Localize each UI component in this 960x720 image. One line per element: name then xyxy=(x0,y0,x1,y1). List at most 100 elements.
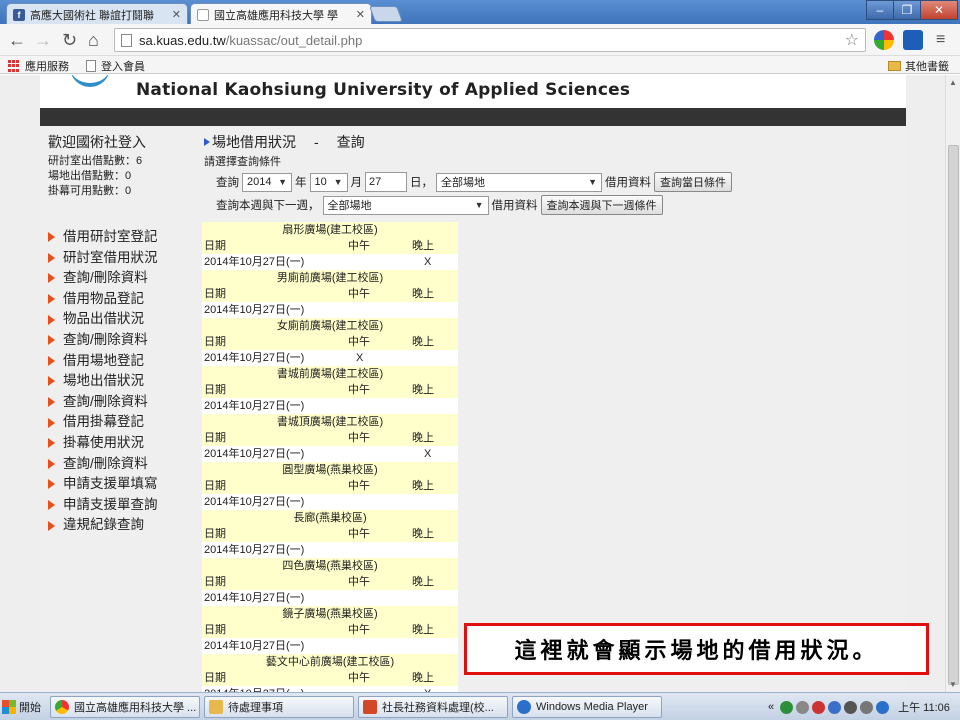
sidebar-item[interactable]: 查詢/刪除資料 xyxy=(48,268,198,289)
arrow-icon xyxy=(48,438,55,449)
tray-icon[interactable] xyxy=(876,700,890,714)
clock[interactable]: 上午 11:06 xyxy=(898,699,950,715)
browser-toolbar: ← → ↻ ⌂ sa.kuas.edu.tw/kuassac/out_detai… xyxy=(0,24,960,56)
header-noon: 中午 xyxy=(348,336,370,348)
reload-icon[interactable]: ↻ xyxy=(62,30,77,50)
header-noon: 中午 xyxy=(348,672,370,684)
tab-facebook[interactable]: f 高應大國術社 聯誼打鬪聯 ✕ xyxy=(6,3,188,25)
table-row: 2014年10月27日(一) xyxy=(202,398,458,414)
back-icon[interactable]: ← xyxy=(8,30,26,50)
network-icon[interactable] xyxy=(796,700,810,714)
forward-icon[interactable]: → xyxy=(34,30,52,50)
chevron-left-icon[interactable]: « xyxy=(768,701,774,713)
sidebar-item[interactable]: 借用物品登記 xyxy=(48,289,198,310)
banner-title: National Kaohsiung University of Applied… xyxy=(136,80,631,100)
media-player-icon xyxy=(517,700,531,714)
sidebar-item[interactable]: 借用場地登記 xyxy=(48,351,198,372)
venue-block: 扇形廣場(建工校區) 日期 中午 晚上 2014年10月27日(一) X xyxy=(202,222,458,270)
annotation-callout: 這裡就會顯示場地的借用狀況。 xyxy=(464,623,929,675)
tray-icon[interactable] xyxy=(812,700,826,714)
year-unit: 年 xyxy=(295,177,307,189)
menu-icon[interactable]: ≡ xyxy=(936,30,945,50)
bookmark-other[interactable]: 其他書籤 xyxy=(888,58,949,74)
bookmark-apps[interactable]: 應用服務 xyxy=(8,58,69,74)
header-evening: 晚上 xyxy=(412,528,434,540)
query-week-button[interactable]: 查詢本週與下一週條件 xyxy=(540,195,663,215)
taskbar-item-folder[interactable]: 待處理事項 xyxy=(204,696,354,718)
tab-kuas[interactable]: 國立高雄應用科技大學 學 ✕ xyxy=(190,3,372,25)
cell-date: 2014年10月27日(一) xyxy=(204,592,305,604)
system-tray: « 上午 11:06 xyxy=(768,698,950,716)
scroll-up-icon[interactable]: ▲ xyxy=(949,78,957,87)
close-icon[interactable]: ✕ xyxy=(172,8,181,21)
query-day-button[interactable]: 查詢當日條件 xyxy=(654,172,732,192)
venue-name: 藝文中心前廣場(建工校區) xyxy=(202,654,458,670)
sidebar-item[interactable]: 掛幕使用狀況 xyxy=(48,433,198,454)
venue-block: 書城前廣場(建工校區) 日期 中午 晚上 2014年10月27日(一) xyxy=(202,366,458,414)
folder-icon xyxy=(888,61,901,71)
venue-block: 藝文中心前廣場(建工校區)日期中午晚上2014年10月27日(一)X xyxy=(202,654,458,692)
sidebar-item[interactable]: 借用掛幕登記 xyxy=(48,412,198,433)
day-input[interactable]: 27 xyxy=(365,172,407,192)
taskbar-label: 社長社務資料處理(校... xyxy=(382,702,494,714)
bookmark-login[interactable]: 登入會員 xyxy=(86,58,145,74)
year-select[interactable]: 2014 ▼ xyxy=(242,172,292,192)
header-date: 日期 xyxy=(204,528,226,540)
header-date: 日期 xyxy=(204,624,226,636)
tray-icon[interactable] xyxy=(828,700,842,714)
sidebar-item[interactable]: 查詢/刪除資料 xyxy=(48,392,198,413)
venue-name: 長廊(燕巢校區) xyxy=(202,510,458,526)
sidebar-item[interactable]: 申請支援單填寫 xyxy=(48,474,198,495)
sidebar-item[interactable]: 研討室借用狀況 xyxy=(48,248,198,269)
table-header: 日期 中午 晚上 xyxy=(202,574,458,590)
sidebar-item[interactable]: 場地出借狀況 xyxy=(48,371,198,392)
cell-date: 2014年10月27日(一) xyxy=(204,448,305,460)
vertical-scrollbar[interactable]: ▲ ▼ xyxy=(945,75,960,692)
header-noon: 中午 xyxy=(348,240,370,252)
tab-title: 國立高雄應用科技大學 學 xyxy=(214,9,339,22)
scrollbar-thumb[interactable] xyxy=(948,145,959,685)
start-button[interactable]: 開始 xyxy=(2,696,46,718)
minimize-button[interactable]: – xyxy=(866,0,894,20)
sidebar-item-label: 研討室借用狀況 xyxy=(63,249,158,265)
extension-icon[interactable] xyxy=(874,30,894,50)
maximize-button[interactable]: ❐ xyxy=(893,0,921,20)
taskbar-item-chrome[interactable]: 國立高雄應用科技大學 ... xyxy=(50,696,200,718)
chevron-down-icon: ▼ xyxy=(474,200,484,210)
volume-icon[interactable] xyxy=(860,700,874,714)
sidebar-item[interactable]: 違規紀錄查詢 xyxy=(48,515,198,536)
scroll-down-icon[interactable]: ▼ xyxy=(949,680,957,689)
tray-icon[interactable] xyxy=(780,700,794,714)
home-icon[interactable]: ⌂ xyxy=(88,30,99,50)
tray-icon[interactable] xyxy=(844,700,858,714)
chevron-down-icon: ▼ xyxy=(588,177,597,187)
address-bar[interactable]: sa.kuas.edu.tw/kuassac/out_detail.php ☆ xyxy=(114,28,866,52)
arrow-icon xyxy=(48,273,55,284)
taskbar-item-powerpoint[interactable]: 社長社務資料處理(校... xyxy=(358,696,508,718)
venue-block: 書城頂廣場(建工校區) 日期 中午 晚上 2014年10月27日(一) X xyxy=(202,414,458,462)
table-row: 2014年10月27日(一) xyxy=(202,494,458,510)
cell-evening: X xyxy=(424,448,432,460)
header-evening: 晚上 xyxy=(412,624,434,636)
venue-name: 書城前廣場(建工校區) xyxy=(202,366,458,382)
sidebar-item[interactable]: 物品出借狀況 xyxy=(48,309,198,330)
star-icon[interactable]: ☆ xyxy=(845,30,859,50)
sidebar-item[interactable]: 借用研討室登記 xyxy=(48,227,198,248)
week-venue-select[interactable]: 全部場地 ▼ xyxy=(322,195,489,215)
sidebar-item[interactable]: 查詢/刪除資料 xyxy=(48,330,198,351)
ipa-extension-icon[interactable] xyxy=(903,30,923,50)
new-tab-button[interactable] xyxy=(369,6,403,22)
sidebar-item-label: 查詢/刪除資料 xyxy=(63,331,148,347)
venue-select[interactable]: 全部場地 ▼ xyxy=(436,172,602,192)
table-header: 日期 中午 晚上 xyxy=(202,286,458,302)
window-close-button[interactable]: ✕ xyxy=(920,0,958,20)
taskbar-item-media-player[interactable]: Windows Media Player xyxy=(512,696,662,718)
sidebar-item[interactable]: 申請支援單查詢 xyxy=(48,495,198,516)
close-icon[interactable]: ✕ xyxy=(356,8,365,21)
cell-date: 2014年10月27日(一) xyxy=(204,544,305,556)
month-select[interactable]: 10 ▼ xyxy=(309,172,348,192)
venue-value: 全部場地 xyxy=(327,200,372,212)
sidebar-item-label: 申請支援單查詢 xyxy=(63,496,158,512)
sidebar-item[interactable]: 查詢/刪除資料 xyxy=(48,454,198,475)
header-date: 日期 xyxy=(204,384,226,396)
